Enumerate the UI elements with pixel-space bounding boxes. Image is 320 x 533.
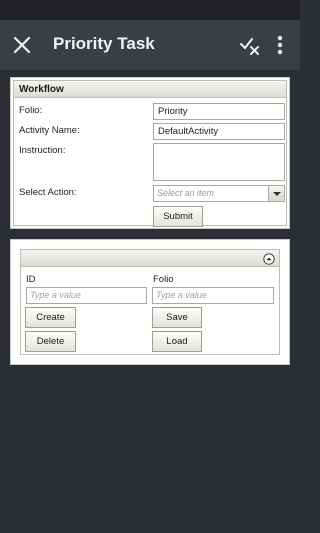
id-label: ID	[26, 274, 36, 285]
app-bar: Priority Task	[0, 20, 300, 70]
grid-form: ID Type a value Folio Type a value Creat…	[20, 249, 280, 355]
activity-name-label: Activity Name:	[19, 125, 80, 136]
load-button[interactable]: Load	[152, 331, 202, 352]
instruction-textarea[interactable]	[153, 143, 285, 181]
more-vert-icon[interactable]	[272, 33, 288, 57]
workflow-form: Workflow Folio: Priority Activity Name: …	[13, 80, 287, 227]
grid-folio-label: Folio	[153, 274, 174, 285]
status-bar	[0, 0, 300, 20]
folio-label: Folio:	[19, 105, 43, 116]
select-action-label: Select Action:	[19, 187, 77, 198]
create-button[interactable]: Create	[25, 307, 76, 328]
select-action-placeholder: Select an item	[157, 188, 215, 198]
grid-panel: ID Type a value Folio Type a value Creat…	[10, 239, 290, 365]
save-button[interactable]: Save	[152, 307, 202, 328]
close-icon[interactable]	[10, 33, 34, 57]
chevron-down-icon[interactable]	[268, 186, 284, 201]
page-title: Priority Task	[53, 34, 155, 53]
delete-button[interactable]: Delete	[25, 331, 76, 352]
instruction-label: Instruction:	[19, 145, 66, 156]
id-input[interactable]: Type a value	[26, 287, 147, 304]
grid-header	[21, 250, 279, 267]
workflow-panel: Workflow Folio: Priority Activity Name: …	[10, 77, 290, 229]
collapse-icon[interactable]	[263, 252, 275, 265]
grid-folio-input[interactable]: Type a value	[152, 287, 274, 304]
activity-name-field[interactable]: DefaultActivity	[153, 123, 285, 140]
check-cancel-icon[interactable]	[238, 33, 262, 57]
folio-field[interactable]: Priority	[153, 103, 285, 120]
workflow-header: Workflow	[14, 81, 286, 98]
submit-button[interactable]: Submit	[153, 206, 203, 227]
select-action-dropdown[interactable]: Select an item	[153, 185, 285, 202]
